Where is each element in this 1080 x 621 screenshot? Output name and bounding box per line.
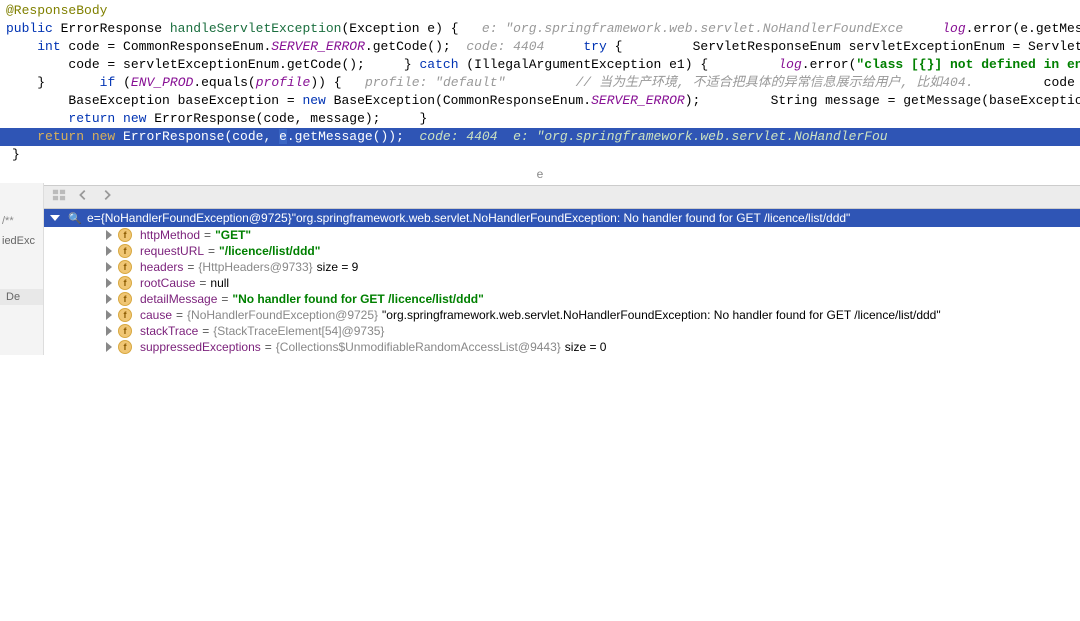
debug-toolbar (44, 185, 1080, 209)
var-name: suppressedExceptions (140, 340, 261, 354)
var-value: null (210, 276, 229, 290)
variables-panel[interactable]: 🔍 e = {NoHandlerFoundException@9725} "or… (44, 209, 1080, 355)
var-tail: size = 9 (317, 260, 359, 274)
expand-icon[interactable] (106, 310, 112, 320)
expand-icon[interactable] (106, 230, 112, 240)
var-tail: "org.springframework.web.servlet.NoHandl… (382, 308, 941, 322)
field-icon: f (118, 276, 132, 290)
var-type: {StackTraceElement[54]@9735} (213, 324, 384, 338)
variable-row[interactable]: fsuppressedExceptions = {Collections$Unm… (44, 339, 1080, 355)
frames-icon[interactable] (52, 188, 66, 206)
kw-public: public (6, 21, 53, 36)
var-name: requestURL (140, 244, 204, 258)
gutter-label-2: De (0, 289, 43, 305)
expand-icon[interactable] (106, 246, 112, 256)
var-name: httpMethod (140, 228, 200, 242)
inline-hint: e: "org.springframework.web.servlet.NoHa… (482, 21, 903, 36)
field-icon: f (118, 340, 132, 354)
gutter-label-1: iedExc (0, 233, 43, 249)
expand-icon[interactable] (106, 294, 112, 304)
expand-toggle-icon[interactable] (50, 215, 60, 221)
variable-row[interactable]: frootCause = null (44, 275, 1080, 291)
annotation: @ResponseBody (6, 3, 107, 18)
field-icon: f (118, 228, 132, 242)
var-value: "No handler found for GET /licence/list/… (232, 292, 483, 306)
var-value: "/licence/list/ddd" (219, 244, 320, 258)
var-name: stackTrace (140, 324, 198, 338)
watch-icon: 🔍 (68, 212, 82, 225)
var-name: rootCause (140, 276, 195, 290)
variable-row[interactable]: fheaders = {HttpHeaders@9733} size = 9 (44, 259, 1080, 275)
var-type: {Collections$UnmodifiableRandomAccessLis… (276, 340, 561, 354)
expand-icon[interactable] (106, 326, 112, 336)
expand-icon[interactable] (106, 342, 112, 352)
variable-row[interactable]: fstackTrace = {StackTraceElement[54]@973… (44, 323, 1080, 339)
field-icon: f (118, 308, 132, 322)
var-name: cause (140, 308, 172, 322)
variable-row[interactable]: fhttpMethod = "GET" (44, 227, 1080, 243)
var-name: detailMessage (140, 292, 217, 306)
field-icon: f (118, 260, 132, 274)
variable-root-selected[interactable]: 🔍 e = {NoHandlerFoundException@9725} "or… (44, 209, 1080, 227)
expand-icon[interactable] (106, 278, 112, 288)
variable-row[interactable]: fcause = {NoHandlerFoundException@9725} … (44, 307, 1080, 323)
var-name: headers (140, 260, 183, 274)
field-icon: f (118, 244, 132, 258)
variable-row[interactable]: frequestURL = "/licence/list/ddd" (44, 243, 1080, 259)
field-icon: f (118, 324, 132, 338)
nav-back-icon[interactable] (76, 188, 90, 206)
var-value: "GET" (215, 228, 251, 242)
var-type: {NoHandlerFoundException@9725} (187, 308, 378, 322)
field-icon: f (118, 292, 132, 306)
expand-icon[interactable] (106, 262, 112, 272)
variable-row[interactable]: fdetailMessage = "No handler found for G… (44, 291, 1080, 307)
nav-forward-icon[interactable] (100, 188, 114, 206)
var-type: {HttpHeaders@9733} (198, 260, 312, 274)
eval-expression-label: e (0, 165, 1080, 183)
gutter-comment: /** (0, 209, 43, 233)
code-editor[interactable]: @ResponseBody public ErrorResponse handl… (0, 0, 1080, 165)
var-tail: size = 0 (565, 340, 607, 354)
current-exec-line: return new ErrorResponse(code, e.getMess… (0, 128, 1080, 146)
